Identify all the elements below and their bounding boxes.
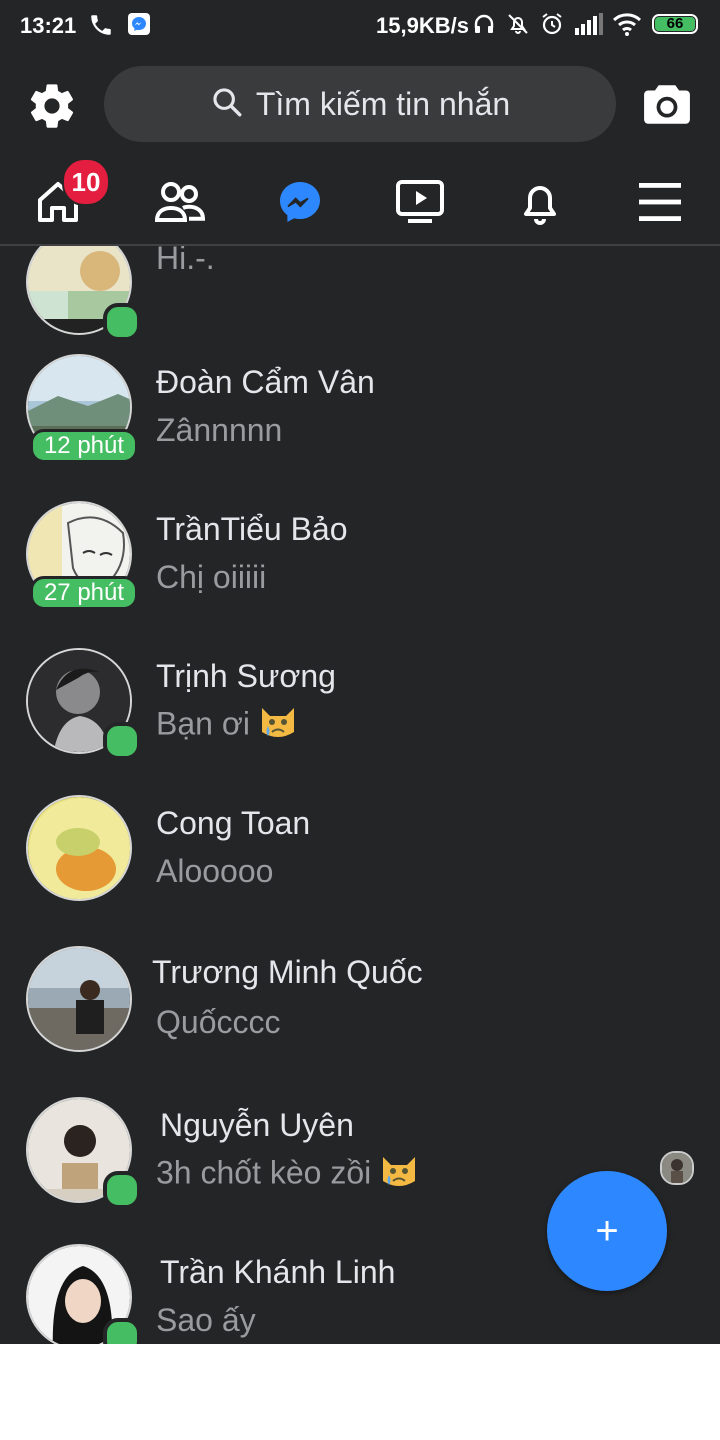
tab-messenger[interactable] <box>258 164 342 240</box>
messenger-icon <box>128 13 150 41</box>
chat-name: Nguyễn Uyên <box>160 1107 354 1143</box>
tab-friends[interactable] <box>138 164 222 240</box>
new-message-button[interactable]: + <box>547 1171 667 1291</box>
crying-cat-emoji <box>379 1151 419 1199</box>
messenger-screen: 13:21 15,9KB/s 66 Tìm kiếm tin nhắn 10 H… <box>0 0 720 1344</box>
online-indicator <box>103 1318 141 1344</box>
messenger-icon <box>280 182 320 222</box>
online-indicator <box>103 722 141 760</box>
avatar <box>26 795 132 901</box>
chat-row[interactable]: Trương Minh Quốc Quốcccc <box>0 938 720 1085</box>
watch-icon <box>396 180 444 223</box>
chat-row[interactable]: Cong Toan Alooooo <box>0 787 720 934</box>
battery-icon: 66 <box>652 14 698 34</box>
search-bar[interactable]: Tìm kiếm tin nhắn <box>104 66 616 142</box>
notification-badge: 10 <box>62 158 110 206</box>
chat-head-avatar[interactable] <box>660 1151 694 1185</box>
chat-name: TrầnTiểu Bảo <box>156 511 348 547</box>
tab-notifications[interactable] <box>498 164 582 240</box>
chat-row[interactable]: 12 phút Đoàn Cẩm Vân Zânnnnn <box>0 346 720 493</box>
chat-preview: Hi.-. <box>156 246 215 276</box>
status-bar: 13:21 15,9KB/s 66 <box>0 0 720 52</box>
fab-label: + <box>595 1208 619 1253</box>
chat-preview: Zânnnnn <box>156 412 283 448</box>
battery-level: 66 <box>655 16 695 31</box>
search-placeholder: Tìm kiếm tin nhắn <box>255 85 511 122</box>
alarm-icon <box>540 12 564 42</box>
chat-preview: 3h chốt kèo zồi <box>156 1151 419 1199</box>
bell-icon <box>524 186 556 225</box>
chat-name: Cong Toan <box>156 805 311 841</box>
chat-preview: Sao ấy <box>156 1302 256 1338</box>
online-indicator <box>103 303 141 341</box>
active-time-badge: 12 phút <box>30 429 138 463</box>
network-speed: 15,9KB/s <box>376 13 469 38</box>
active-time-badge: 27 phút <box>30 576 138 610</box>
headset-icon <box>472 12 496 42</box>
friends-icon <box>154 182 206 222</box>
header: Tìm kiếm tin nhắn <box>0 60 720 150</box>
chat-preview: Quốcccc <box>156 1004 281 1040</box>
chat-name: Trần Khánh Linh <box>160 1254 396 1290</box>
chat-name: Trịnh Sương <box>156 658 336 694</box>
chat-preview-text: 3h chốt kèo zồi <box>156 1154 372 1191</box>
signal-icon <box>575 13 603 41</box>
chat-row[interactable]: Hi.-. <box>0 246 720 341</box>
phone-icon <box>88 12 114 44</box>
chat-preview: Chị oiiiii <box>156 559 267 595</box>
avatar <box>26 946 132 1052</box>
chat-name: Trương Minh Quốc <box>152 954 423 990</box>
crying-cat-emoji <box>258 702 298 750</box>
clock: 13:21 <box>20 13 77 38</box>
chat-name: Đoàn Cẩm Vân <box>156 364 375 400</box>
chat-preview-text: Bạn ơi <box>156 705 250 742</box>
tab-menu[interactable] <box>618 164 702 240</box>
chat-row[interactable]: Trịnh Sương Bạn ơi <box>0 640 720 787</box>
online-indicator <box>103 1171 141 1209</box>
chat-preview: Alooooo <box>156 853 274 889</box>
muted-bell-icon <box>506 12 530 42</box>
chat-row[interactable]: 27 phút TrầnTiểu Bảo Chị oiiiii <box>0 493 720 640</box>
wifi-icon <box>612 12 642 42</box>
search-icon <box>210 85 244 124</box>
menu-icon <box>639 183 681 221</box>
chat-preview: Bạn ơi <box>156 702 298 750</box>
camera-icon[interactable] <box>642 80 692 133</box>
tab-watch[interactable] <box>378 164 462 240</box>
gear-icon[interactable] <box>26 80 78 137</box>
